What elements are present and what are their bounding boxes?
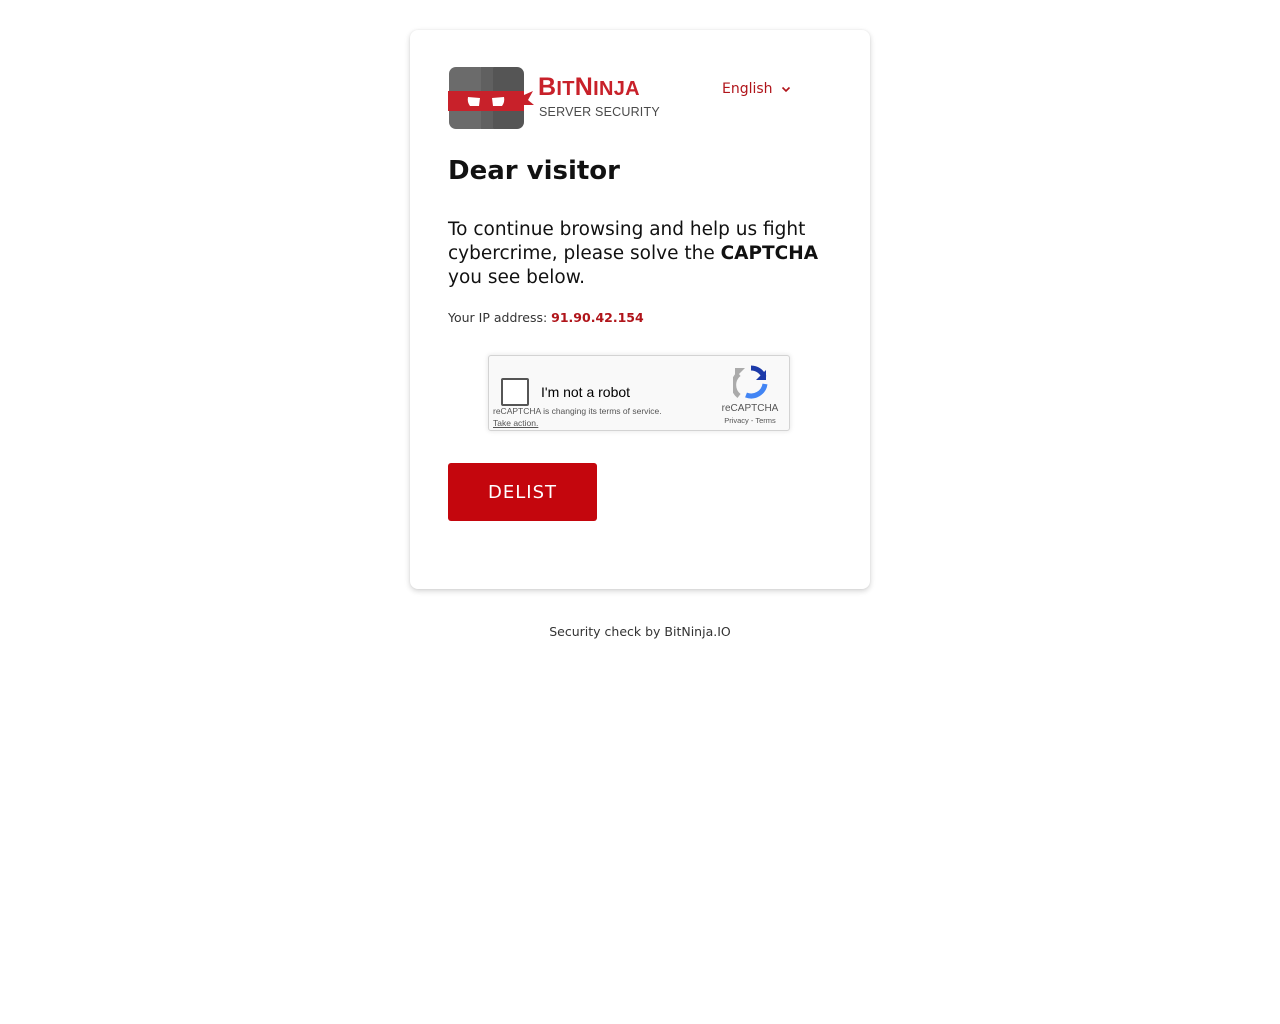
recaptcha-privacy-link[interactable]: Privacy — [724, 416, 749, 425]
recaptcha-links: Privacy - Terms — [711, 416, 789, 425]
ninja-mask-icon — [448, 67, 534, 129]
ip-address-value: 91.90.42.154 — [551, 310, 644, 325]
page-title: Dear visitor — [448, 156, 620, 186]
brand-name-rest-inja: INJA — [593, 78, 640, 100]
recaptcha-notice: reCAPTCHA is changing its terms of servi… — [493, 405, 662, 429]
brand-name-rest-it: IT — [556, 78, 575, 100]
brand-name: BITNINJA — [538, 73, 640, 102]
ip-address-label: Your IP address: — [448, 310, 552, 325]
recaptcha-notice-text: reCAPTCHA is changing its terms of servi… — [493, 406, 662, 416]
recaptcha-terms-link[interactable]: Terms — [755, 416, 775, 425]
delist-button[interactable]: DELIST — [448, 463, 597, 521]
footer-text: Security check by BitNinja.IO — [549, 624, 731, 639]
instruction-text-bold: CAPTCHA — [720, 243, 819, 264]
instruction-text: To continue browsing and help us fight c… — [448, 218, 828, 290]
recaptcha-label: I'm not a robot — [541, 384, 631, 400]
language-selected: English — [722, 81, 773, 97]
recaptcha-logo-icon — [733, 365, 768, 399]
chevron-down-icon — [781, 86, 790, 92]
recaptcha-widget: I'm not a robot reCAPTCHA is changing it… — [488, 355, 790, 431]
recaptcha-brand: reCAPTCHA — [721, 403, 779, 414]
ip-address-line: Your IP address: 91.90.42.154 — [448, 310, 644, 325]
brand-tagline: SERVER SECURITY — [539, 105, 660, 119]
bitninja-logo: BITNINJA SERVER SECURITY — [448, 67, 660, 133]
captcha-card: BITNINJA SERVER SECURITY English Dear vi… — [410, 30, 870, 589]
recaptcha-take-action-link[interactable]: Take action. — [493, 417, 662, 429]
recaptcha-checkbox[interactable] — [501, 378, 529, 406]
language-selector[interactable]: English — [722, 81, 791, 97]
brand-name-initial-n: N — [574, 73, 594, 101]
instruction-text-end: you see below. — [448, 267, 586, 288]
brand-name-initial-b: B — [538, 73, 557, 101]
